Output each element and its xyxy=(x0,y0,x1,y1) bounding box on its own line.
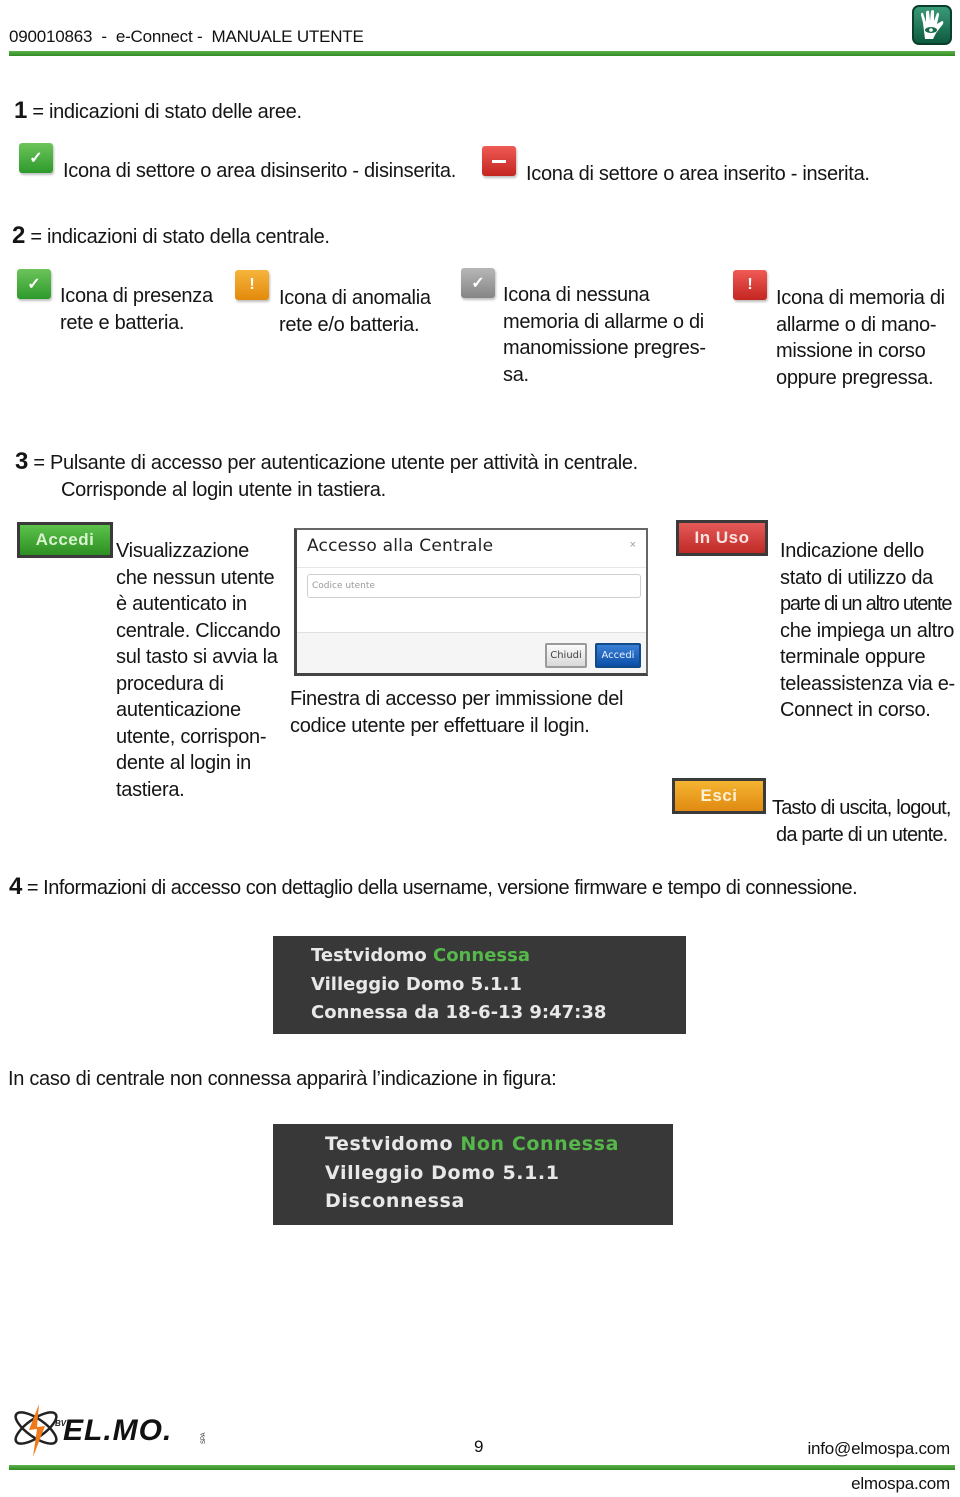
footer-website[interactable]: elmospa.com xyxy=(851,1474,950,1494)
section-number: 2 xyxy=(12,222,26,249)
legend-line: Icona di memoria di xyxy=(776,287,945,309)
desc-line: da parte di un utente. xyxy=(776,823,948,846)
desc-line: tastiera. xyxy=(116,778,185,801)
desc-line: terminale oppure xyxy=(780,646,926,668)
caption-line: Finestra di accesso per immissione del xyxy=(290,688,624,710)
desc-line: centrale. Cliccando xyxy=(116,619,281,642)
esci-button[interactable]: Esci xyxy=(672,778,766,814)
dialog-caption: Finestra di accesso per immissione del c… xyxy=(290,686,623,739)
legend-memoria-allarme: Icona di memoria di allarme o di mano- m… xyxy=(776,285,945,391)
in-uso-description: Indicazione dello stato di utilizzo da p… xyxy=(780,538,955,724)
connection-info-panel-disconnected: Testvidomo Non Connessa Villeggio Domo 5… xyxy=(273,1124,673,1225)
desc-line: che nessun utente xyxy=(116,566,275,589)
not-connected-intro: In caso di centrale non connessa apparir… xyxy=(8,1068,557,1090)
legend-anomalia-rete: Icona di anomalia rete e/o batteria. xyxy=(279,285,431,338)
legend-line: Icona di nessuna xyxy=(503,284,650,306)
accedi-description: Visualizzazione che nessun utente è aute… xyxy=(116,538,281,803)
desc-line: dente al login in xyxy=(116,752,252,774)
dialog-divider xyxy=(297,567,646,568)
section-4-heading: 4 = Informazioni di accesso con dettagli… xyxy=(9,873,858,902)
logo-text: EL.MO. xyxy=(63,1414,172,1447)
connection-status: Non Connessa xyxy=(460,1133,620,1155)
desc-line: Tasto di uscita, logout, xyxy=(772,797,952,819)
legend-line: sa. xyxy=(503,363,529,386)
legend-line: allarme o di mano- xyxy=(776,313,937,336)
connection-status: Connessa xyxy=(432,945,530,966)
orange-exclamation-icon: ! xyxy=(235,270,269,300)
desc-line: è autenticato in xyxy=(116,593,247,615)
legend-disinserito: Icona di settore o area disinserito - di… xyxy=(63,160,456,182)
section-heading-text: = Informazioni di accesso con dettaglio … xyxy=(26,877,858,899)
esci-description: Tasto di uscita, logout, da parte di un … xyxy=(772,795,952,848)
section-heading-text: Corrisponde al login utente in tastiera. xyxy=(61,478,386,501)
section-3-heading: 3 = Pulsante di accesso per autenticazio… xyxy=(15,448,638,503)
username: Testvidomo xyxy=(311,945,427,966)
username: Testvidomo xyxy=(325,1133,454,1155)
green-check-icon: ✓ xyxy=(19,143,53,173)
footer-rule xyxy=(9,1465,955,1470)
dialog-title: Accesso alla Centrale xyxy=(307,536,494,556)
footer-email[interactable]: info@elmospa.com xyxy=(807,1439,950,1459)
legend-line: rete e/o batteria. xyxy=(279,313,420,336)
firmware-version: Villeggio Domo 5.1.1 xyxy=(325,1161,560,1184)
legend-inserito: Icona di settore o area inserito - inser… xyxy=(526,163,870,185)
legend-line: memoria di allarme o di xyxy=(503,310,704,333)
legend-line: manomissione pregres- xyxy=(503,337,706,359)
desc-line: sul tasto si avvia la xyxy=(116,646,278,668)
document-header-title: 090010863 - e-Connect - MANUALE UTENTE xyxy=(9,27,364,46)
desc-line: Connect in corso. xyxy=(780,699,931,721)
desc-line: utente, corrispon- xyxy=(116,725,267,748)
desc-line: stato di utilizzo da xyxy=(780,566,933,589)
desc-line: procedura di xyxy=(116,672,224,695)
desc-line: parte di un altro utente xyxy=(780,593,953,615)
close-button[interactable]: Chiudi xyxy=(545,643,587,668)
section-number: 3 xyxy=(15,448,29,475)
in-uso-button[interactable]: In Uso xyxy=(676,520,768,556)
section-number: 1 xyxy=(14,97,28,124)
accedi-button[interactable]: Accedi xyxy=(17,522,113,558)
legend-nessuna-memoria: Icona di nessuna memoria di allarme o di… xyxy=(503,282,706,388)
legend-line: oppure pregressa. xyxy=(776,366,934,389)
grey-check-icon: ✓ xyxy=(461,268,495,298)
close-icon[interactable]: × xyxy=(630,539,636,551)
login-dialog: Accesso alla Centrale × Codice utente Ch… xyxy=(294,528,648,676)
firmware-version: Villeggio Domo 5.1.1 xyxy=(311,973,522,995)
red-exclamation-icon: ! xyxy=(733,270,767,300)
hand-eye-icon xyxy=(912,5,952,45)
username-line: Testvidomo Non Connessa xyxy=(325,1130,673,1159)
desc-line: teleassistenza via e- xyxy=(780,672,955,695)
header-rule xyxy=(9,51,955,56)
section-number: 4 xyxy=(9,873,22,900)
section-1-heading: 1 = indicazioni di stato delle aree. xyxy=(14,97,302,126)
elmo-logo: BV EL.MO. SPA xyxy=(9,1402,219,1460)
username-line: Testvidomo Connessa xyxy=(311,942,686,971)
caption-line: codice utente per effettuare il login. xyxy=(290,714,590,737)
section-heading-text: = indicazioni di stato delle aree. xyxy=(32,101,302,123)
green-check-icon: ✓ xyxy=(17,269,51,299)
dialog-footer: Chiudi Accedi xyxy=(297,632,646,673)
section-2-heading: 2 = indicazioni di stato della centrale. xyxy=(12,222,330,251)
legend-line: Icona di anomalia xyxy=(279,287,431,309)
red-minus-icon xyxy=(482,146,516,176)
connection-info-panel-connected: Testvidomo Connessa Villeggio Domo 5.1.1… xyxy=(273,936,686,1034)
connection-time: Connessa da 18-6-13 9:47:38 xyxy=(311,1002,607,1023)
logo-small: SPA xyxy=(201,1432,207,1444)
confirm-login-button[interactable]: Accedi xyxy=(595,643,641,668)
page-number: 9 xyxy=(474,1437,484,1456)
desc-line: che impiega un altro xyxy=(780,619,955,642)
section-heading-text: = Pulsante di accesso per autenticazione… xyxy=(33,452,638,474)
desc-line: Visualizzazione xyxy=(116,540,249,562)
legend-line: missione in corso xyxy=(776,340,926,362)
legend-line: rete e batteria. xyxy=(60,311,185,334)
user-code-input[interactable]: Codice utente xyxy=(307,574,641,598)
desc-line: autenticazione xyxy=(116,699,241,721)
desc-line: Indicazione dello xyxy=(780,540,924,562)
legend-presenza-rete: Icona di presenza rete e batteria. xyxy=(60,283,213,336)
connection-time: Disconnessa xyxy=(325,1190,465,1212)
section-heading-text: = indicazioni di stato della centrale. xyxy=(30,226,330,248)
legend-line: Icona di presenza xyxy=(60,285,213,307)
